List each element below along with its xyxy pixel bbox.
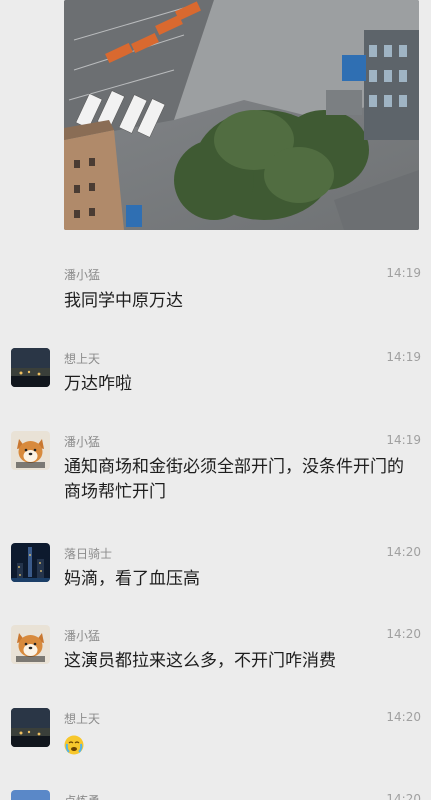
message-text[interactable]: 万达咋啦 (64, 372, 414, 397)
message-time: 14:20 (386, 627, 421, 641)
message-text[interactable]: 妈滴，看了血压高 (64, 567, 414, 592)
sender-name[interactable]: 卢炼勇 (64, 792, 100, 800)
sender-name[interactable]: 潘小猛 (64, 266, 100, 283)
message-time: 14:20 (386, 792, 421, 800)
sender-name[interactable]: 想上天 (64, 350, 100, 367)
message-time: 14:19 (386, 433, 421, 447)
message-item: 潘小猛 14:19 我同学中原万达 (0, 260, 431, 330)
sender-name[interactable]: 想上天 (64, 710, 100, 727)
message-item: 落日骑士 14:20 妈滴，看了血压高 (0, 540, 431, 610)
shiba-dog-avatar[interactable] (11, 431, 50, 470)
message-text[interactable]: 通知商场和金街必须全部开门，没条件开门的商场帮忙开门 (64, 455, 414, 505)
night-city-avatar[interactable] (11, 708, 50, 747)
message-time: 14:19 (386, 266, 421, 280)
blue-avatar[interactable] (11, 790, 50, 800)
message-text[interactable]: 这演员都拉来这么多，不开门咋消费 (64, 649, 414, 674)
sender-name[interactable]: 落日骑士 (64, 545, 112, 562)
night-city-avatar[interactable] (11, 348, 50, 387)
sender-name[interactable]: 潘小猛 (64, 627, 100, 644)
aerial-city-photo[interactable] (64, 0, 419, 230)
message-item: 潘小猛 14:20 这演员都拉来这么多，不开门咋消费 (0, 622, 431, 692)
night-tower-avatar[interactable] (11, 543, 50, 582)
sender-name[interactable]: 潘小猛 (64, 433, 100, 450)
message-time: 14:19 (386, 350, 421, 364)
message-time: 14:20 (386, 545, 421, 559)
message-text[interactable]: 我同学中原万达 (64, 289, 414, 314)
message-item: 想上天 14:20 (0, 705, 431, 775)
message-item: 想上天 14:19 万达咋啦 (0, 345, 431, 415)
message-time: 14:20 (386, 710, 421, 724)
crying-face-emoji[interactable] (64, 735, 84, 755)
shiba-dog-avatar[interactable] (11, 625, 50, 664)
message-item: 潘小猛 14:19 通知商场和金街必须全部开门，没条件开门的商场帮忙开门 (0, 428, 431, 528)
message-item: 卢炼勇 14:20 (0, 786, 431, 800)
